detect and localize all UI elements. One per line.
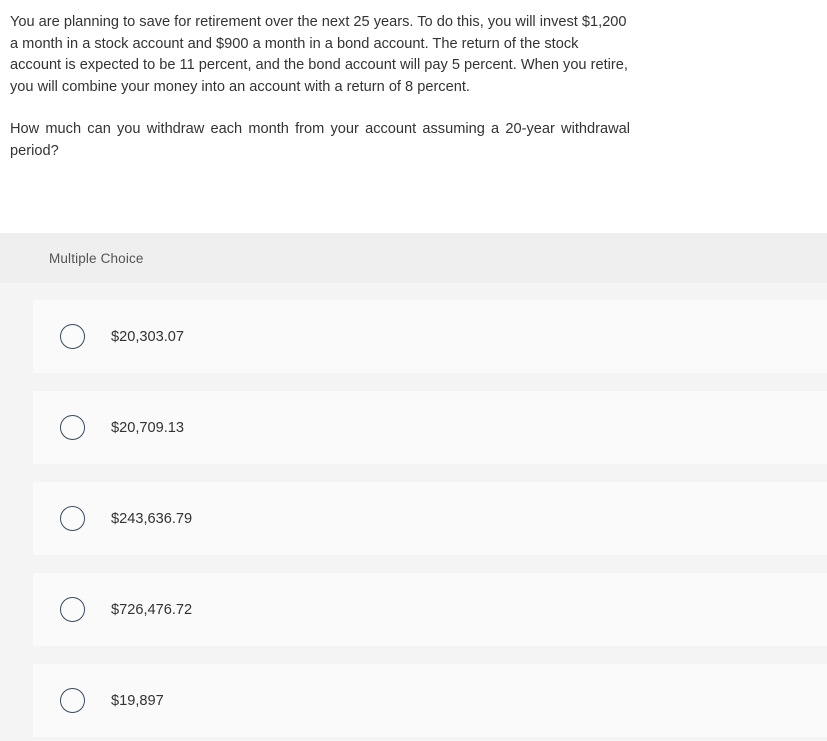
option-row[interactable]: $20,709.13 <box>33 391 827 464</box>
answer-panel: Multiple Choice $20,303.07 $20,709.13 $2… <box>0 233 827 741</box>
radio-button-icon[interactable] <box>60 597 85 622</box>
question-paragraph-1: You are planning to save for retirement … <box>10 14 628 95</box>
option-label: $243,636.79 <box>111 510 193 527</box>
option-label: $726,476.72 <box>111 601 193 618</box>
radio-button-icon[interactable] <box>60 506 85 531</box>
option-row[interactable]: $243,636.79 <box>33 482 827 555</box>
option-label: $20,303.07 <box>111 328 185 345</box>
options-list: $20,303.07 $20,709.13 $243,636.79 $726,4… <box>0 283 827 737</box>
option-row[interactable]: $20,303.07 <box>33 300 827 373</box>
answer-panel-header: Multiple Choice <box>0 233 827 283</box>
option-row[interactable]: $726,476.72 <box>33 573 827 646</box>
question-type-label: Multiple Choice <box>49 250 144 266</box>
radio-button-icon[interactable] <box>60 324 85 349</box>
option-row[interactable]: $19,897 <box>33 664 827 737</box>
question-paragraph-2: How much can you withdraw each month fro… <box>10 121 630 159</box>
radio-button-icon[interactable] <box>60 688 85 713</box>
option-label: $20,709.13 <box>111 419 185 436</box>
option-label: $19,897 <box>111 692 164 709</box>
question-block: You are planning to save for retirement … <box>0 0 640 162</box>
radio-button-icon[interactable] <box>60 415 85 440</box>
